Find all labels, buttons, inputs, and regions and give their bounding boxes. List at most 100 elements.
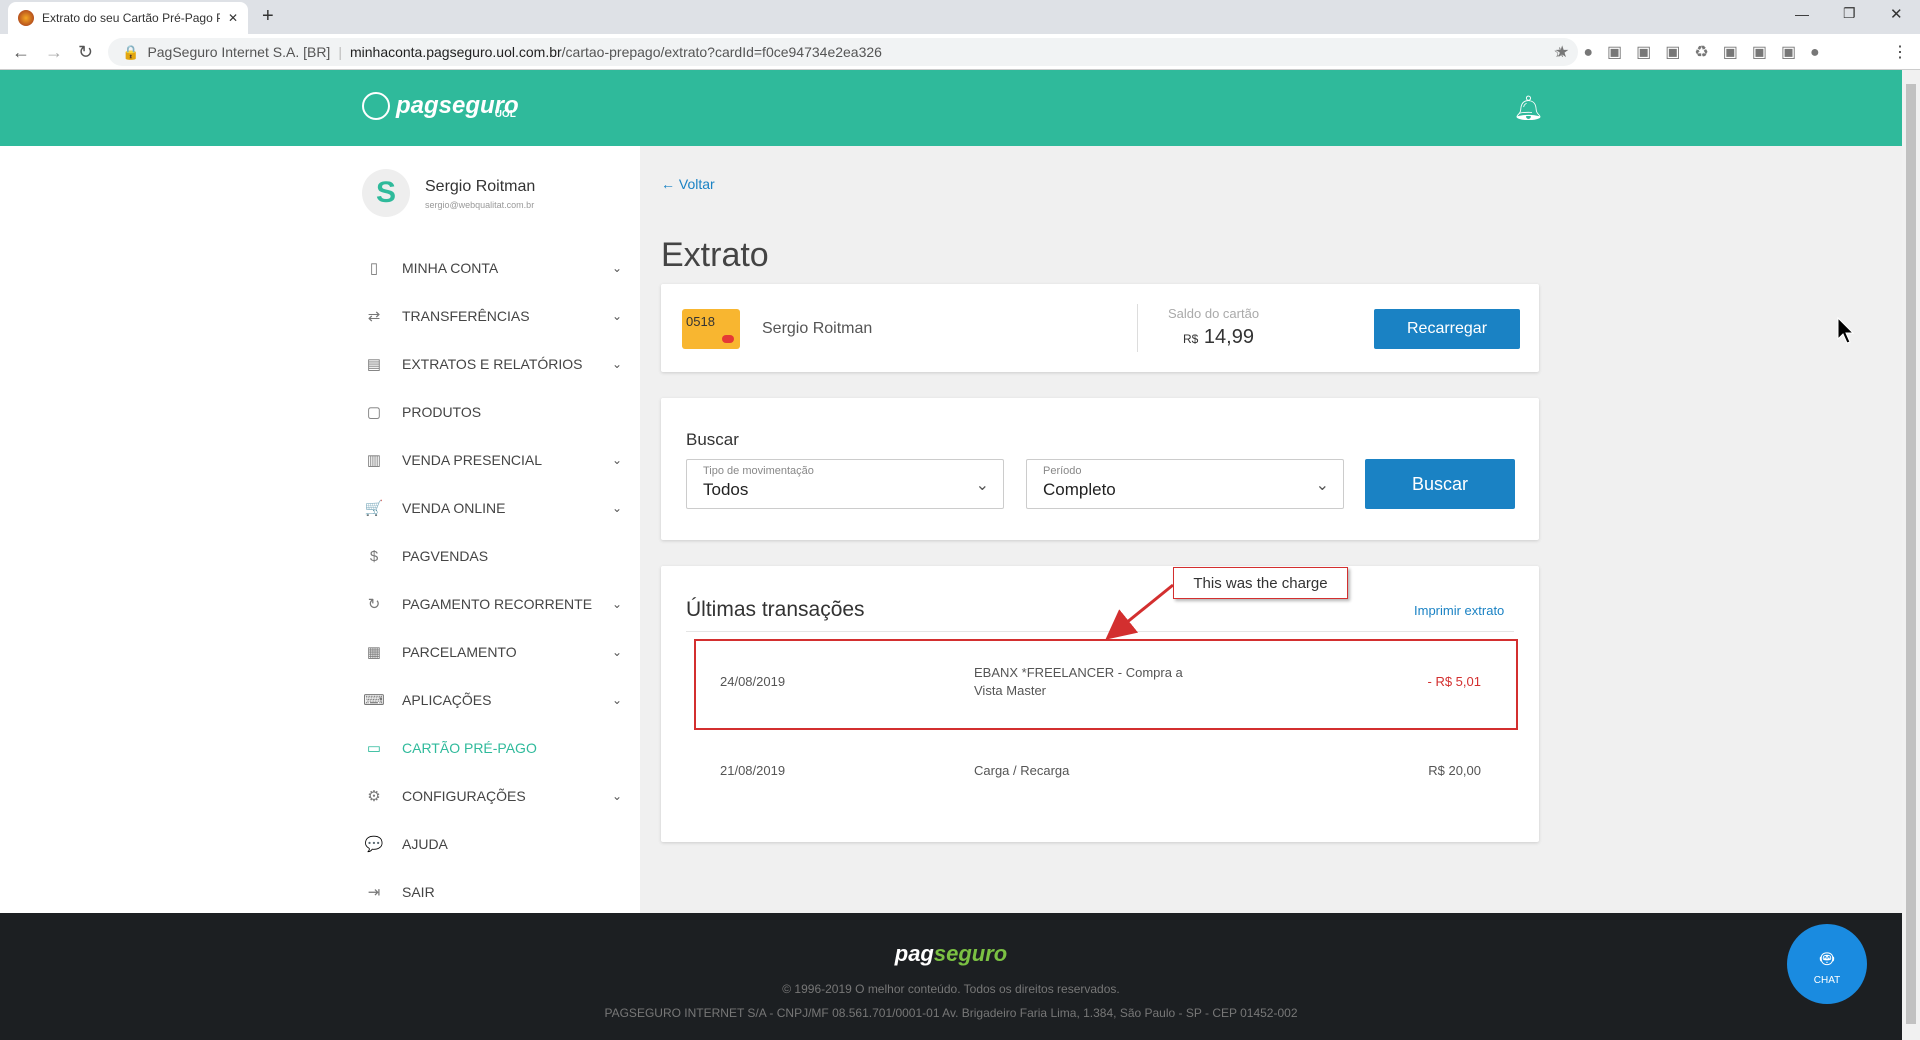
divider [1137,304,1138,352]
chevron-down-icon: ⌄ [975,477,989,494]
chevron-down-icon[interactable]: ⌄ [612,645,622,659]
url-host: minhaconta.pagseguro.uol.com.br [349,44,562,60]
extension-icons[interactable]: ★●▣▣▣♻▣▣▣● [1555,42,1834,62]
url-input[interactable]: 🔒 PagSeguro Internet S.A. [BR] | minhaco… [108,38,1578,66]
balance-label: Saldo do cartão [1168,306,1260,321]
browser-tab[interactable]: Extrato do seu Cartão Pré-Pago P ✕ [8,2,248,34]
avatar: S [362,169,410,217]
search-button[interactable]: Buscar [1365,459,1515,509]
minimize-icon[interactable]: — [1795,6,1809,22]
sidebar-item-3[interactable]: ▢ PRODUTOS [362,397,622,427]
balance-value: R$ 14,99 [1183,326,1254,348]
forward-icon[interactable]: → [45,42,63,63]
recharge-button[interactable]: Recarregar [1374,309,1520,349]
site-header: pagseguro UOL 🔔︎ [0,70,1902,146]
menu-icon: ▦ [366,644,382,661]
chevron-down-icon[interactable]: ⌄ [612,309,622,323]
sidebar-item-label: EXTRATOS E RELATÓRIOS [402,356,583,372]
sidebar-item-label: PAGAMENTO RECORRENTE [402,596,593,612]
sidebar-item-11[interactable]: ⚙ CONFIGURAÇÕES ⌄ [362,781,622,811]
menu-icon: ▢ [366,404,382,421]
sidebar-item-label: PAGVENDAS [402,548,489,564]
menu-icon: 💬 [364,836,384,853]
sidebar-item-label: VENDA PRESENCIAL [402,452,543,468]
chat-robot-icon: 🤖︎ [1820,945,1834,971]
transaction-description: Carga / Recarga [974,763,1070,778]
sidebar-item-label: VENDA ONLINE [402,500,506,516]
print-statement-link[interactable]: Imprimir extrato [1414,603,1504,618]
reload-icon[interactable]: ↻ [78,42,93,63]
sidebar-item-7[interactable]: ↻ PAGAMENTO RECORRENTE ⌄ [362,589,622,619]
transaction-amount: - R$ 5,01 [1427,674,1481,689]
sidebar-item-label: MINHA CONTA [402,260,499,276]
transaction-date: 21/08/2019 [720,763,786,778]
sidebar-item-2[interactable]: ▤ EXTRATOS E RELATÓRIOS ⌄ [362,349,622,379]
sidebar: S Sergio Roitman sergio@webqualitat.com.… [0,146,640,913]
chevron-down-icon[interactable]: ⌄ [612,597,622,611]
new-tab-icon[interactable]: + [262,5,274,28]
card-holder: Sergio Roitman [762,320,873,337]
menu-icon: ▤ [366,356,382,373]
pagseguro-logo[interactable]: pagseguro UOL [362,92,546,120]
sidebar-item-label: PARCELAMENTO [402,644,517,660]
restore-icon[interactable]: ❐ [1843,5,1856,22]
address-bar-row: ← → ↻ 🔒 PagSeguro Internet S.A. [BR] | m… [0,34,1920,70]
footer: pagseguro © 1996-2019 O melhor conteúdo.… [0,913,1902,1040]
chevron-down-icon[interactable]: ⌄ [612,261,622,275]
back-icon[interactable]: ← [12,42,30,63]
chevron-down-icon[interactable]: ⌄ [612,501,622,515]
main-content: ← Voltar Extrato 0518 Sergio Roitman Sal… [640,146,1902,913]
sidebar-item-label: PRODUTOS [402,404,482,420]
back-link[interactable]: ← Voltar [661,176,715,192]
chevron-down-icon[interactable]: ⌄ [612,693,622,707]
menu-icon: ⚙ [367,788,381,805]
sidebar-item-8[interactable]: ▦ PARCELAMENTO ⌄ [362,637,622,667]
chevron-down-icon[interactable]: ⌄ [612,789,622,803]
user-email: sergio@webqualitat.com.br [425,200,535,210]
lock-icon: 🔒 [122,43,140,60]
menu-icon: ⇥ [367,884,381,901]
tab-title: Extrato do seu Cartão Pré-Pago P [42,11,220,25]
sidebar-item-label: CONFIGURAÇÕES [402,788,526,804]
menu-icon: ▯ [369,260,379,277]
company-info: PAGSEGURO INTERNET S/A - CNPJ/MF 08.561.… [604,1006,1298,1020]
chat-button[interactable]: 🤖︎ CHAT [1787,924,1867,1004]
period-select[interactable]: Período Completo ⌄ [1026,459,1344,509]
search-title: Buscar [686,430,739,449]
menu-icon: ▥ [366,452,382,469]
sidebar-item-12[interactable]: 💬 AJUDA [362,829,622,859]
transaction-amount: R$ 20,00 [1428,763,1481,778]
menu-icon: $ [369,547,379,565]
copyright: © 1996-2019 O melhor conteúdo. Todos os … [782,982,1120,996]
url-path: /cartao-prepago/extrato?cardId=f0ce94734… [561,44,882,60]
mouse-cursor-icon [1837,317,1855,344]
transaction-date: 24/08/2019 [720,674,786,689]
sidebar-item-10[interactable]: ▭ CARTÃO PRÉ-PAGO [362,733,622,763]
sidebar-item-1[interactable]: ⇄ TRANSFERÊNCIAS ⌄ [362,301,622,331]
browser-tab-bar: Extrato do seu Cartão Pré-Pago P ✕ + — ❐… [0,0,1920,34]
page-title: Extrato [661,236,769,274]
menu-icon: ⇄ [367,308,381,325]
sidebar-item-label: APLICAÇÕES [402,692,492,708]
chevron-down-icon[interactable]: ⌄ [612,453,622,467]
card-summary: 0518 Sergio Roitman Saldo do cartão R$ 1… [661,284,1539,372]
movement-type-select[interactable]: Tipo de movimentação Todos ⌄ [686,459,1004,509]
sidebar-item-13[interactable]: ⇥ SAIR [362,877,622,907]
sidebar-item-5[interactable]: 🛒 VENDA ONLINE ⌄ [362,493,622,523]
menu-icon: ⌨ [363,692,385,709]
chevron-down-icon[interactable]: ⌄ [612,357,622,371]
sidebar-item-label: SAIR [402,884,435,900]
notifications-bell-icon[interactable]: 🔔︎ [1513,94,1543,123]
annotation-callout: This was the charge [1173,567,1348,599]
close-tab-icon[interactable]: ✕ [228,11,238,25]
user-name: Sergio Roitman [425,178,536,195]
scrollbar[interactable] [1902,70,1920,1040]
sidebar-item-6[interactable]: $ PAGVENDAS [362,541,622,571]
menu-icon[interactable]: ⋮ [1892,42,1908,62]
prepaid-card-icon: 0518 [682,309,740,349]
sidebar-item-label: TRANSFERÊNCIAS [402,308,530,324]
sidebar-item-9[interactable]: ⌨ APLICAÇÕES ⌄ [362,685,622,715]
sidebar-item-4[interactable]: ▥ VENDA PRESENCIAL ⌄ [362,445,622,475]
sidebar-item-0[interactable]: ▯ MINHA CONTA ⌄ [362,253,622,283]
close-window-icon[interactable]: ✕ [1890,5,1903,23]
